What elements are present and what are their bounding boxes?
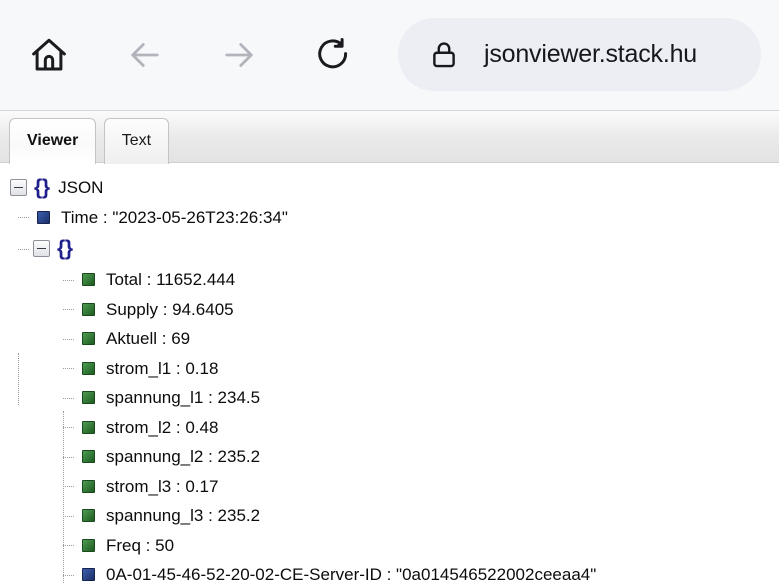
- reload-button[interactable]: [302, 24, 364, 86]
- collapse-minus-icon[interactable]: [10, 179, 27, 197]
- tree-node-total-label: Total : 11652.444: [106, 270, 236, 290]
- tab-text-label: Text: [121, 132, 152, 149]
- browser-window: jsonviewer.stack.hu Viewer Text { } JSON: [0, 0, 779, 584]
- tree-node-spannung-l1[interactable]: spannung_l1 : 234.5: [0, 383, 779, 413]
- number-marker-icon: [82, 450, 95, 464]
- tree-node-freq-label: Freq : 50: [106, 535, 175, 555]
- string-marker-icon: [82, 568, 95, 582]
- tab-text[interactable]: Text: [103, 118, 170, 164]
- tree-node-aktuell-label: Aktuell : 69: [106, 329, 191, 349]
- tree-node-total[interactable]: Total : 11652.444: [0, 265, 779, 295]
- tree-connector: [63, 368, 74, 370]
- tree-node-time[interactable]: Time : "2023-05-26T23:26:34": [0, 203, 779, 233]
- tree-connector: [63, 486, 74, 488]
- tree-node-spannung-l2-label: spannung_l2 : 235.2: [106, 447, 261, 467]
- number-marker-icon: [82, 361, 95, 375]
- tree-node-spannung-l3[interactable]: spannung_l3 : 235.2: [0, 501, 779, 531]
- address-bar[interactable]: jsonviewer.stack.hu: [398, 18, 761, 91]
- address-bar-url[interactable]: jsonviewer.stack.hu: [484, 40, 697, 69]
- tree-connector: [63, 427, 74, 429]
- tree-node-server-id-label: 0A-01-45-46-52-20-02-CE-Server-ID : "0a0…: [106, 565, 597, 584]
- number-marker-icon: [82, 420, 95, 434]
- forward-arrow-icon: [218, 34, 260, 76]
- tree-node-strom-l1[interactable]: strom_l1 : 0.18: [0, 354, 779, 384]
- tree-connector: [18, 248, 29, 250]
- tree-connector: [63, 309, 74, 311]
- number-marker-icon: [82, 479, 95, 493]
- home-button[interactable]: [18, 24, 80, 86]
- lock-icon: [424, 35, 464, 75]
- viewer-tabstrip: Viewer Text: [0, 110, 779, 164]
- tree-node-supply-label: Supply : 94.6405: [106, 299, 234, 319]
- string-marker-icon: [37, 210, 50, 224]
- tree-node-strom-l1-label: strom_l1 : 0.18: [106, 358, 219, 378]
- tree-connector: [63, 545, 74, 547]
- tree-node-time-label: Time : "2023-05-26T23:26:34": [61, 207, 288, 227]
- json-tree: { } JSON Time : "2023-05-26T23:26:34" { …: [0, 163, 779, 584]
- number-marker-icon: [82, 273, 95, 287]
- forward-button[interactable]: [208, 24, 270, 86]
- number-marker-icon: [82, 509, 95, 523]
- tree-connector: [63, 279, 74, 281]
- tree-node-freq[interactable]: Freq : 50: [0, 531, 779, 561]
- tree-node-root-label: JSON: [58, 178, 104, 198]
- home-icon: [28, 34, 70, 76]
- tree-connector: [63, 515, 74, 517]
- tree-connector: [63, 338, 74, 340]
- tree-node-spannung-l1-label: spannung_l1 : 234.5: [106, 388, 261, 408]
- tree-node-root[interactable]: { } JSON: [0, 173, 779, 203]
- browser-toolbar: jsonviewer.stack.hu: [0, 0, 779, 110]
- back-arrow-icon: [124, 34, 166, 76]
- tree-node-supply[interactable]: Supply : 94.6405: [0, 295, 779, 325]
- tree-node-aktuell[interactable]: Aktuell : 69: [0, 324, 779, 354]
- page-content: Viewer Text { } JSON Time : "2023-05-26T…: [0, 110, 779, 584]
- number-marker-icon: [82, 391, 95, 405]
- tree-node-strom-l3[interactable]: strom_l3 : 0.17: [0, 472, 779, 502]
- object-braces-icon: { }: [57, 237, 73, 260]
- tree-connector: [18, 217, 29, 219]
- tree-node-server-id[interactable]: 0A-01-45-46-52-20-02-CE-Server-ID : "0a0…: [0, 560, 779, 584]
- number-marker-icon: [82, 302, 95, 316]
- tree-connector: [63, 574, 74, 576]
- tree-node-strom-l3-label: strom_l3 : 0.17: [106, 476, 219, 496]
- tree-node-strom-l2[interactable]: strom_l2 : 0.48: [0, 413, 779, 443]
- back-button[interactable]: [114, 24, 176, 86]
- tab-viewer-label: Viewer: [27, 132, 79, 149]
- object-braces-icon: { }: [34, 176, 50, 200]
- tree-node-spannung-l2[interactable]: spannung_l2 : 235.2: [0, 442, 779, 472]
- tree-connector: [63, 456, 74, 458]
- reload-icon: [312, 34, 354, 76]
- tree-node-object[interactable]: { }: [0, 232, 779, 265]
- collapse-minus-icon[interactable]: [33, 240, 50, 257]
- tab-viewer[interactable]: Viewer: [9, 118, 97, 164]
- number-marker-icon: [82, 332, 95, 346]
- tree-connector: [63, 397, 74, 399]
- tree-node-spannung-l3-label: spannung_l3 : 235.2: [106, 506, 261, 526]
- tree-node-strom-l2-label: strom_l2 : 0.48: [106, 417, 219, 437]
- number-marker-icon: [82, 538, 95, 552]
